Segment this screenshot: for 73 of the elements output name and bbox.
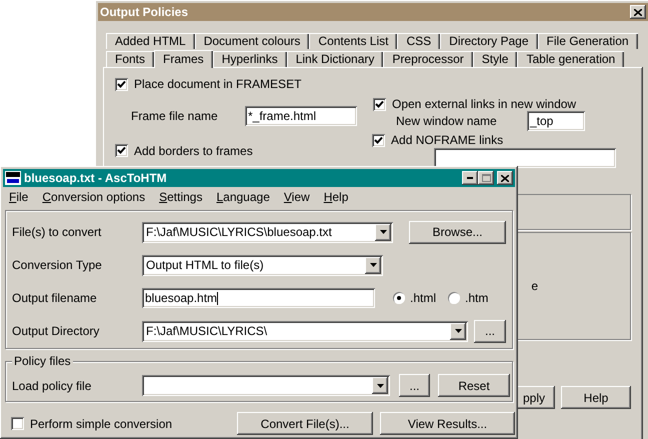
field-label: File(s) to convert xyxy=(12,225,102,239)
checkbox[interactable] xyxy=(372,134,386,146)
combo-box[interactable]: F:\Jaf\MUSIC\LYRICS\bluesoap.txt xyxy=(142,222,393,242)
minimize-button[interactable] xyxy=(462,171,478,185)
menu-item[interactable]: File xyxy=(9,190,28,204)
window-title: bluesoap.txt - AscToHTM xyxy=(24,171,168,185)
browse-folder-button[interactable]: ... xyxy=(474,320,506,342)
close-button[interactable] xyxy=(497,171,513,185)
radio-label: .html xyxy=(410,291,436,305)
close-button[interactable] xyxy=(630,5,646,19)
tab[interactable]: Link Dictionary xyxy=(286,51,384,67)
menu-item[interactable]: Help xyxy=(324,190,348,204)
radio-dot-icon xyxy=(397,296,401,300)
radio-label: .htm xyxy=(465,291,488,305)
field-label: Conversion Type xyxy=(12,258,103,272)
tab[interactable]: Document colours xyxy=(194,33,310,49)
menu-item[interactable]: View xyxy=(284,190,310,204)
checkbox[interactable] xyxy=(115,144,128,157)
option-label: e xyxy=(531,279,538,293)
tab[interactable]: Directory Page xyxy=(440,33,538,49)
combo-box[interactable] xyxy=(142,375,390,396)
tab[interactable]: Hyperlinks xyxy=(212,51,287,67)
input-field[interactable]: bluesoap.htm xyxy=(142,288,375,308)
radio-button[interactable] xyxy=(393,292,405,304)
group-legend: Policy files xyxy=(12,354,73,368)
window-title: Output Policies xyxy=(100,5,190,19)
field-label: Load policy file xyxy=(12,378,92,392)
convert-button[interactable]: Convert File(s)... xyxy=(237,412,373,435)
close-icon xyxy=(501,174,509,182)
menu-item[interactable]: Settings xyxy=(159,190,202,204)
input-field[interactable]: *_frame.html xyxy=(245,106,357,126)
view-results-button[interactable]: View Results... xyxy=(380,412,515,435)
close-icon xyxy=(634,8,642,16)
tab[interactable]: Table generation xyxy=(517,51,624,67)
tab[interactable]: Added HTML xyxy=(106,33,195,49)
tab[interactable]: Preprocessor xyxy=(383,51,473,67)
dropdown-arrow-icon[interactable] xyxy=(376,384,384,388)
tab[interactable]: File Generation xyxy=(538,33,638,49)
reset-button[interactable]: Reset xyxy=(438,374,510,397)
checkbox-label: Perform simple conversion xyxy=(30,416,172,430)
maximize-icon xyxy=(482,174,490,182)
checkbox[interactable] xyxy=(11,417,24,430)
dropdown-arrow-icon[interactable] xyxy=(454,329,462,333)
app-icon xyxy=(5,171,21,185)
maximize-button[interactable] xyxy=(478,171,494,185)
menu-item[interactable]: Conversion options xyxy=(42,190,146,204)
tab[interactable]: Style xyxy=(472,51,518,67)
browse-button[interactable]: ... xyxy=(399,374,430,397)
tab[interactable]: Frames xyxy=(154,50,213,68)
url-field[interactable] xyxy=(434,148,616,168)
checkbox[interactable] xyxy=(115,78,128,90)
combo-box[interactable]: F:\Jaf\MUSIC\LYRICS\ xyxy=(142,320,468,342)
checkbox-label: Add borders to frames xyxy=(134,144,253,158)
tab[interactable]: Contents List xyxy=(309,33,398,49)
browse-button[interactable]: Browse... xyxy=(409,220,506,244)
checkbox-label: Add NOFRAME links xyxy=(391,133,504,147)
input-field[interactable]: _top xyxy=(527,111,585,131)
field-label: Output Directory xyxy=(12,324,100,338)
tab[interactable]: CSS xyxy=(397,33,440,49)
field-label: Frame file name xyxy=(131,109,219,123)
checkbox-label: Place document in FRAMESET xyxy=(134,77,302,91)
field-label: Output filename xyxy=(12,291,98,305)
dropdown-arrow-icon[interactable] xyxy=(380,230,386,234)
radio-button[interactable] xyxy=(448,292,460,304)
tab[interactable]: Fonts xyxy=(106,51,154,67)
dropdown-arrow-icon[interactable] xyxy=(370,263,376,267)
checkbox[interactable] xyxy=(373,98,386,110)
help-button[interactable]: Help xyxy=(561,386,631,409)
field-label: New window name xyxy=(396,114,498,128)
minimize-icon xyxy=(467,177,473,179)
checkbox-label: Open external links in new window xyxy=(392,97,576,111)
menu-item[interactable]: Language xyxy=(216,190,270,204)
combo-box[interactable]: Output HTML to file(s) xyxy=(142,254,383,276)
